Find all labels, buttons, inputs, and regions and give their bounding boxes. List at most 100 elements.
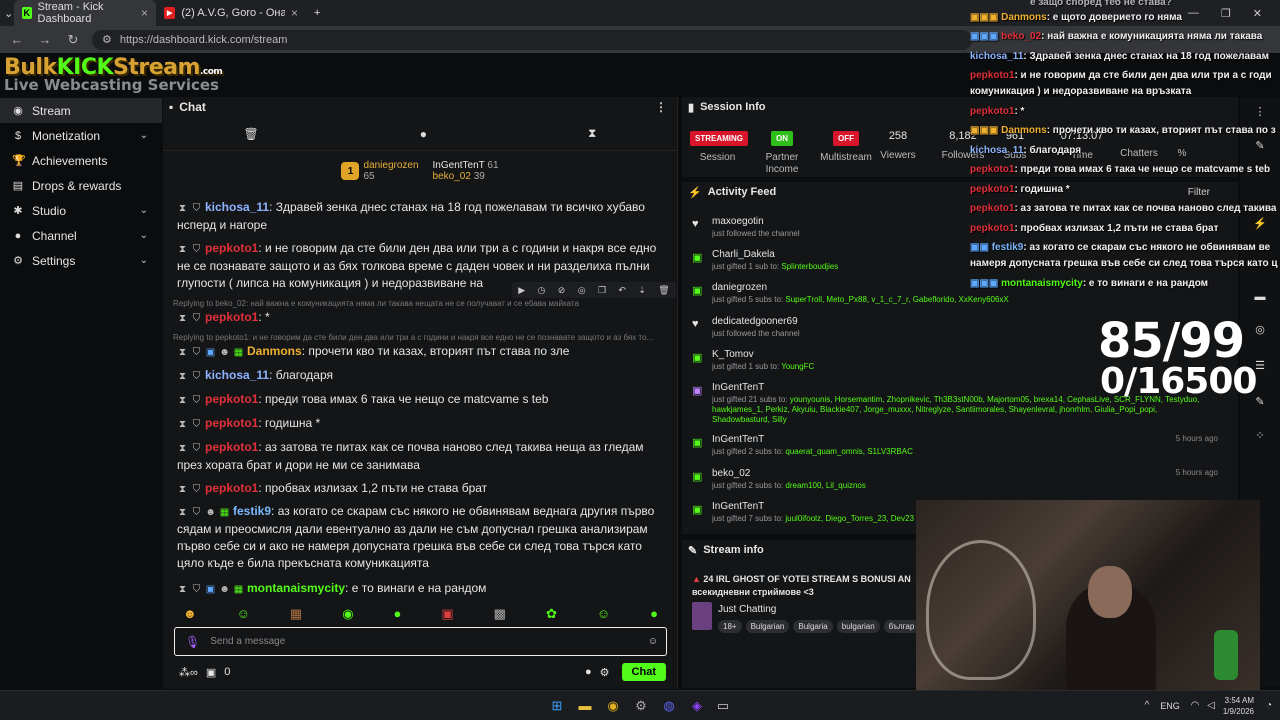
chat-bubble-icon[interactable]: ● [585,666,592,678]
emote-icon[interactable]: ▣ [441,606,453,622]
shield-icon: ⛉ [192,419,201,430]
trash-icon[interactable]: 🗑 [244,127,259,141]
sidebar-item-settings[interactable]: ⚙ Settings ⌄ [0,248,162,273]
sidebar-item-monetization[interactable]: $ Monetization ⌄ [0,123,162,148]
back-icon[interactable]: ← [8,32,26,47]
avatar-icon: ☻ [219,347,230,358]
multistream-status[interactable]: OFF Multistream [816,131,876,163]
timeout-icon[interactable]: ◷ [538,285,546,296]
play-icon[interactable]: ▶ [518,285,525,296]
sub-badge-icon: ▣ [205,347,216,358]
notification-icon[interactable]: ◔ [1260,697,1278,715]
gift-leaderboard: 1 daniegrozen 65 InGentTenT 61 beko_02 39 [163,151,677,191]
overlay-line: kichosa_11: Здравей зенка днес станах на… [970,51,1270,62]
badge-icon: ⧗ [178,244,187,255]
category-label[interactable]: Just Chatting [718,604,776,615]
share-icon[interactable]: ⁘ [1252,429,1268,445]
new-tab-button[interactable]: + [306,0,328,26]
close-icon[interactable]: × [291,6,298,20]
stream-title[interactable]: ▲ 24 IRL GHOST OF YOTEI STREAM S BONUSI … [692,574,922,584]
browser-tab-kick[interactable]: K Stream - Kick Dashboard × [14,0,156,26]
emote-row: ☻ ☺ ▦ ◉ ● ▣ ▩ ✿ ☺ ● [163,606,678,622]
chat-panel: ▪ Chat ⋮ 🗑 ● ⧗ 1 daniegrozen 65 InGentTen… [163,97,678,689]
chat-input-placeholder: Send a message [210,636,286,647]
badge-icon: ⧗ [178,395,187,406]
chat-message[interactable]: ⧗ ⛉ pepkoto1: преди това имах 6 така че не… [163,391,668,409]
tab-search-button[interactable]: ⌄ [0,0,14,26]
chat-message[interactable]: ⧗ ⛉ ☻ ▦ festik9: аз когато се скарам със няк… [163,503,668,572]
chat-message[interactable]: ⧗ ⛉ pepkoto1: пробвах излизах 1,2 пъти не … [163,480,668,498]
emote-icon[interactable]: ☻ [183,606,197,622]
trophy-icon: 🏆 [12,155,26,167]
chat-title: Chat [179,100,206,114]
more-icon[interactable]: ⋮ [655,100,667,114]
rank-badge: 1 [341,162,360,180]
broadcast-icon[interactable]: ◎ [1252,323,1268,339]
emote-icon[interactable]: ● [650,606,658,622]
broadcast-icon: ◉ [13,105,23,117]
url-input[interactable]: ⚙ https://dashboard.kick.com/stream [92,29,972,50]
chat-message[interactable]: ⧗ ⛉ kichosa_11: благодаря [163,367,668,385]
chrome-icon[interactable]: ◉ [604,697,622,715]
inventory-icon[interactable]: ▣ [206,666,216,679]
chat-tools: 🗑 ● ⧗ [163,117,677,151]
settings-app-icon[interactable]: ⚙ [632,697,650,715]
chat-settings-gear-icon[interactable]: ⚙ [600,666,610,679]
browser-tab-youtube[interactable]: ▶ (2) A.V.G, Goro - Она близко ( × [156,0,306,26]
reply-icon[interactable]: ◎ [578,285,586,296]
sidebar-item-stream[interactable]: ◉ Stream [0,98,162,123]
language-indicator[interactable]: ENG [1158,697,1182,715]
reply-context: Replying to beko_02: най важна е комуник… [173,299,579,308]
chevron-up-icon[interactable]: ^ [1138,697,1156,715]
emote-icon[interactable]: ✿ [546,606,557,622]
close-icon[interactable]: × [141,6,148,20]
gift-icon: ▣ [692,504,703,516]
forward-icon[interactable]: → [36,32,54,47]
chat-message[interactable]: ⧗ ⛉ kichosa_11: Здравей зенка днес станах … [163,199,668,234]
url-text: https://dashboard.kick.com/stream [119,33,288,46]
sidebar-item-drops[interactable]: ▤ Drops & rewards [0,173,162,198]
mic-icon[interactable]: 🎙 [185,635,200,649]
chat-header: ▪ Chat ⋮ [163,97,677,117]
copy-icon[interactable]: ❐ [598,285,606,296]
emote-icon[interactable]: ☺ [237,606,250,622]
emote-icon[interactable]: ◉ [342,606,353,622]
chat-message[interactable]: ⧗ ⛉ pepkoto1: аз затова те питах как се по… [163,439,668,474]
undo-icon[interactable]: ↶ [618,285,626,296]
emote-icon[interactable]: ● [394,606,402,622]
file-explorer-icon[interactable]: ▬ [576,697,594,715]
emote-icon[interactable]: ☺ [597,606,610,622]
partner-income-status[interactable]: ON Partner Income [762,131,802,176]
windows-start-icon[interactable]: ⊞ [548,697,566,715]
chat-input[interactable]: 🎙 Send a message ☺ [174,627,667,656]
gift-icon: ▣ [692,252,703,264]
chat-footer: ⁂∞ ▣ 0 ● ⚙ Chat [163,661,678,683]
discord-icon[interactable]: ◍ [660,697,678,715]
twitch-icon[interactable]: ◈ [688,697,706,715]
terminal-icon[interactable]: ▭ [714,697,732,715]
ban-icon[interactable]: ⊘ [558,285,566,296]
chat-settings-icon[interactable]: ● [420,127,427,141]
site-info-icon[interactable]: ⚙ [102,33,112,46]
sidebar-item-channel[interactable]: ● Channel ⌄ [0,223,162,248]
timer-icon[interactable]: ⧗ [588,126,596,141]
sidebar-item-achievements[interactable]: 🏆 Achievements [0,148,162,173]
delete-icon[interactable]: 🗑 [658,285,669,296]
tag: 18+ [718,620,742,633]
clock[interactable]: 3:54 AM 1/9/2026 [1218,695,1254,717]
emoji-picker-icon[interactable]: ☺ [648,636,658,647]
chat-message[interactable]: ⧗ ⛉ ▣ ☻ ▦ montanaismycity: е то винаги е на р… [163,580,668,598]
send-chat-button[interactable]: Chat [621,663,666,681]
shield-icon: ⛉ [192,347,201,358]
pin-icon[interactable]: ⇣ [638,285,646,296]
chat-message[interactable]: ⧗ ⛉ ▣ ☻ ▦ Danmons: прочети кво ти казах, втор… [163,343,668,361]
reload-icon[interactable]: ↻ [64,32,82,48]
chat-message[interactable]: ⧗ ⛉ pepkoto1: * [163,309,668,327]
chat-message[interactable]: ⧗ ⛉ pepkoto1: годишна * [163,415,668,433]
tag: bulgarian [836,620,880,633]
tag: българ [883,620,920,633]
leaderboard-entry: InGentTenT 61 beko_02 39 [432,160,499,182]
emote-icon[interactable]: ▦ [290,606,302,622]
sidebar-item-studio[interactable]: ✱ Studio ⌄ [0,198,162,223]
emote-icon[interactable]: ▩ [494,606,506,622]
